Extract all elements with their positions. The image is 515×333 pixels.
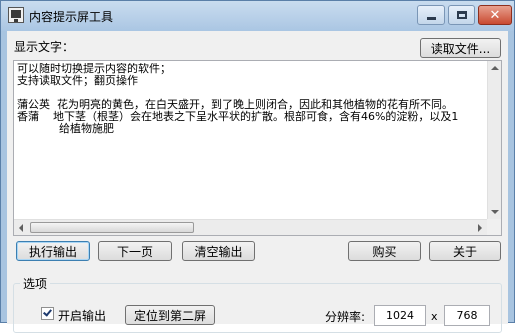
close-button[interactable]: ✕ [478, 5, 512, 25]
horizontal-scrollbar[interactable] [14, 219, 487, 235]
scroll-up-icon[interactable] [491, 66, 499, 70]
enable-output-label[interactable]: 开启输出 [58, 307, 106, 324]
resolution-label: 分辨率: [325, 310, 366, 324]
enable-output-checkbox[interactable] [41, 307, 54, 320]
scroll-right-icon[interactable] [478, 224, 482, 232]
display-text-content[interactable]: 可以随时切换提示内容的软件； 支持读取文件；翻页操作 蒲公英 花为明亮的黄色，在… [17, 63, 487, 219]
resolution-x-label: x [431, 310, 438, 323]
clear-output-button[interactable]: 清空输出 [182, 241, 255, 261]
locate-second-screen-button[interactable]: 定位到第二屏 [125, 305, 215, 325]
read-file-button[interactable]: 读取文件... [420, 38, 501, 58]
buy-button[interactable]: 购买 [348, 241, 421, 261]
options-group-title: 选项 [20, 275, 51, 292]
app-window: 内容提示屏工具 ✕ 显示文字： 读取文件... 可以随时切换提示内容的软件； 支… [0, 0, 515, 333]
horizontal-scroll-thumb[interactable] [30, 222, 194, 233]
scroll-down-icon[interactable] [491, 210, 499, 214]
next-page-button[interactable]: 下一页 [98, 241, 172, 261]
scroll-left-icon[interactable] [19, 224, 23, 232]
maximize-button[interactable] [448, 5, 475, 25]
close-icon: ✕ [489, 7, 501, 23]
display-text-label: 显示文字： [14, 40, 75, 54]
title-bar[interactable]: 内容提示屏工具 ✕ [1, 1, 514, 31]
execute-output-button[interactable]: 执行输出 [16, 241, 90, 261]
display-textarea[interactable]: 可以随时切换提示内容的软件； 支持读取文件；翻页操作 蒲公英 花为明亮的黄色，在… [13, 60, 502, 236]
maximize-icon [456, 11, 467, 19]
about-button[interactable]: 关于 [429, 241, 501, 261]
checkmark-icon [43, 307, 52, 317]
scrollbar-corner [487, 219, 501, 235]
vertical-scrollbar[interactable] [487, 61, 501, 219]
minimize-button[interactable] [417, 5, 445, 25]
minimize-icon [426, 16, 436, 20]
window-title: 内容提示屏工具 [29, 10, 114, 24]
client-area: 显示文字： 读取文件... 可以随时切换提示内容的软件； 支持读取文件；翻页操作… [7, 31, 508, 333]
monitor-icon [8, 7, 24, 23]
